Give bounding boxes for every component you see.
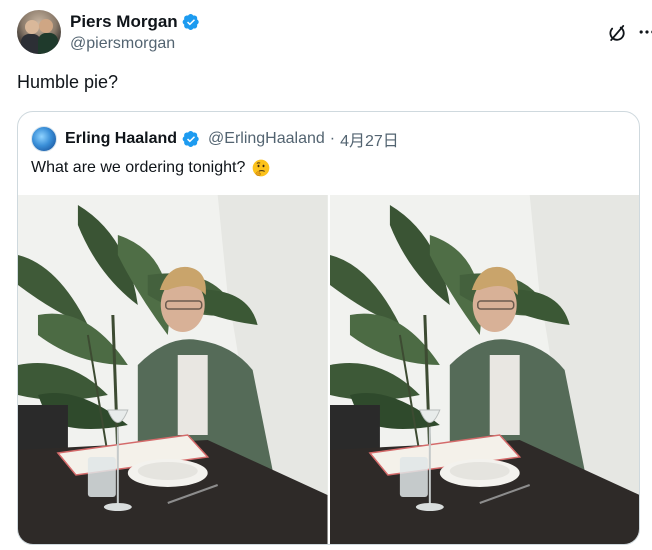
- author-display-name[interactable]: Piers Morgan: [70, 12, 178, 32]
- author-name-row[interactable]: Piers Morgan: [70, 12, 200, 32]
- quoted-author-handle: @ErlingHaaland: [208, 130, 325, 147]
- quoted-author-display-name: Erling Haaland: [65, 130, 178, 147]
- media-photo-2[interactable]: [329, 195, 639, 544]
- tweet-header: Piers Morgan @piersmorgan: [17, 10, 652, 58]
- quoted-tweet-card[interactable]: Erling Haaland @ErlingHaaland · 4月27日 Wh…: [17, 111, 640, 545]
- thinking-face-icon: [251, 158, 271, 178]
- quoted-tweet-text-row: What are we ordering tonight?: [31, 158, 271, 178]
- author-avatar[interactable]: [17, 10, 61, 54]
- quoted-tweet-header: Erling Haaland @ErlingHaaland · 4月27日: [31, 126, 399, 152]
- author-handle[interactable]: @piersmorgan: [70, 35, 175, 53]
- quoted-author-avatar: [31, 126, 57, 152]
- quoted-tweet-date: 4月27日: [340, 133, 399, 150]
- verified-badge-icon[interactable]: [182, 13, 200, 31]
- media-grid: [18, 195, 639, 544]
- quoted-verified-badge-icon: [182, 130, 200, 148]
- more-icon[interactable]: [637, 22, 652, 42]
- grok-icon[interactable]: [607, 23, 627, 43]
- quoted-tweet-text: What are we ordering tonight?: [31, 159, 246, 176]
- media-photo-1[interactable]: [18, 195, 328, 544]
- tweet-text: Humble pie?: [17, 72, 119, 92]
- meta-separator: ·: [329, 130, 336, 147]
